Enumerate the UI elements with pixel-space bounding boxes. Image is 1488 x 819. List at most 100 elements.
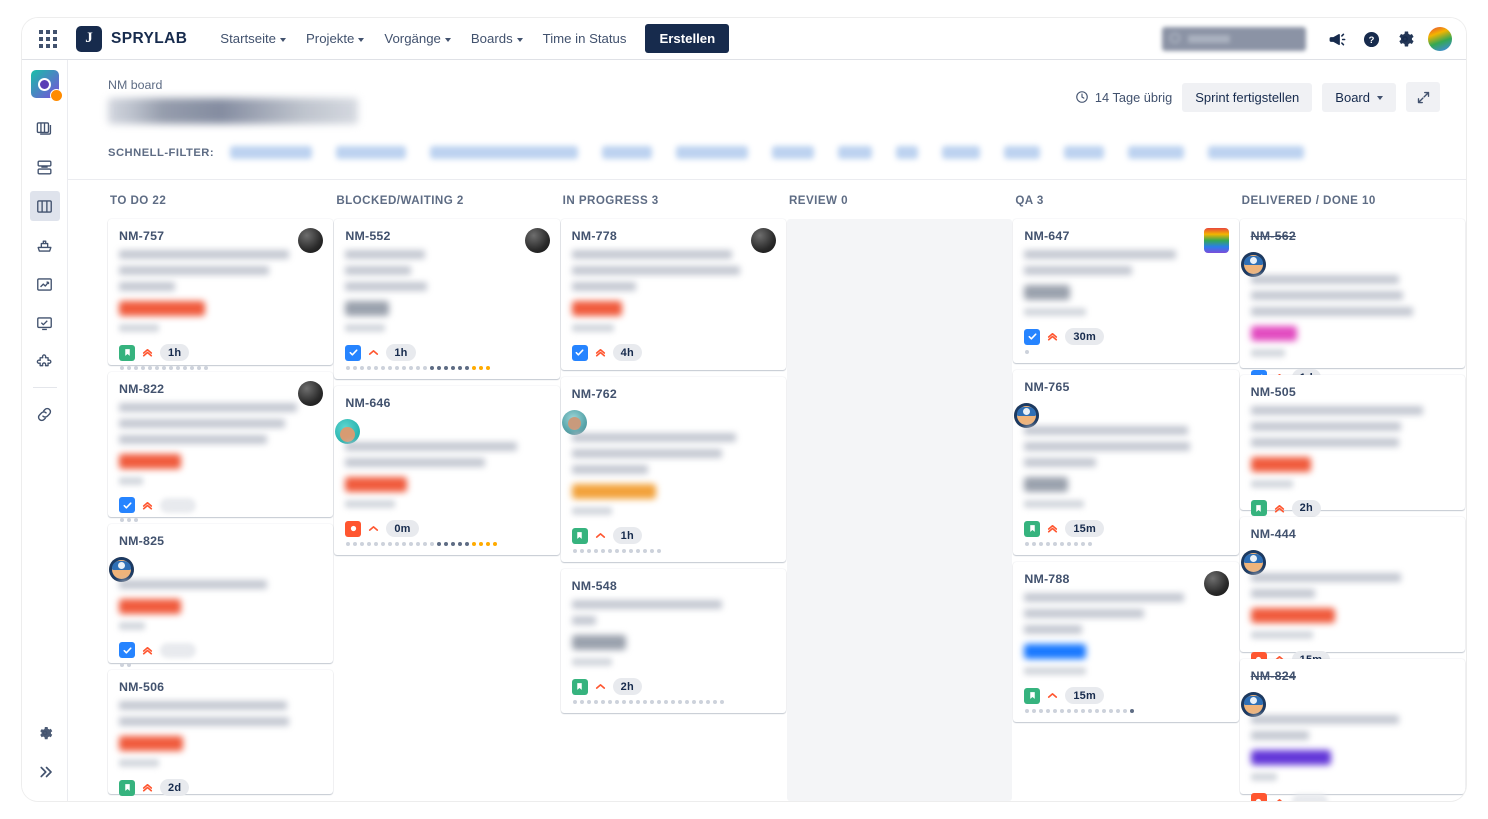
card-time-badge[interactable]: 2h [1291, 499, 1321, 517]
board-card[interactable]: NM-506 2d [108, 670, 334, 797]
column-card-list[interactable] [786, 219, 1013, 801]
board-card[interactable]: NM-778 4h [560, 219, 786, 370]
nav-item-vorgaenge[interactable]: Vorgänge [375, 25, 459, 52]
megaphone-icon[interactable] [1322, 24, 1352, 54]
sidebar-item-puzzle[interactable] [30, 347, 60, 377]
sidebar-item-backlog[interactable] [30, 113, 60, 143]
help-icon[interactable]: ? [1356, 24, 1386, 54]
story-type-icon[interactable] [119, 344, 135, 361]
card-issue-key[interactable]: NM-824 [1251, 669, 1454, 683]
sidebar-item-reports[interactable] [30, 269, 60, 299]
sidebar-item-releases[interactable] [30, 230, 60, 260]
create-button[interactable]: Erstellen [645, 24, 730, 53]
card-time-badge[interactable]: 1h [386, 344, 416, 361]
card-issue-key[interactable]: NM-765 [1024, 380, 1227, 394]
card-issue-key[interactable]: NM-778 [572, 229, 775, 243]
quick-filter-chip-11[interactable] [1128, 146, 1185, 159]
board-card[interactable]: NM-548 2h [560, 569, 786, 713]
card-assignee-avatar[interactable] [298, 228, 324, 253]
board-card[interactable]: NM-5621d [1239, 219, 1465, 386]
quick-filter-chip-7[interactable] [896, 146, 919, 159]
product-logo[interactable]: J SPRYLAB [76, 25, 187, 52]
sidebar-item-link[interactable] [30, 399, 60, 429]
card-assignee-avatar[interactable] [298, 381, 324, 407]
quick-filter-chip-1[interactable] [336, 146, 407, 159]
card-assignee-avatar[interactable] [1014, 403, 1040, 428]
board-card[interactable]: NM-762 1h [560, 377, 786, 562]
nav-item-time-in-status[interactable]: Time in Status [534, 25, 636, 52]
quick-filter-chip-4[interactable] [676, 146, 749, 159]
priority-icon[interactable] [1273, 795, 1286, 801]
card-issue-key[interactable]: NM-822 [119, 382, 322, 396]
sidebar-item-layers[interactable] [30, 152, 60, 182]
card-issue-key[interactable]: NM-647 [1024, 229, 1227, 243]
board-card[interactable]: NM-825 [108, 524, 334, 668]
complete-sprint-button[interactable]: Sprint fertigstellen [1182, 82, 1313, 112]
card-issue-key[interactable]: NM-825 [119, 534, 322, 548]
card-issue-key[interactable]: NM-762 [572, 387, 775, 401]
card-issue-key[interactable]: NM-552 [345, 229, 548, 243]
card-assignee-avatar[interactable] [524, 228, 550, 253]
quick-filter-chip-10[interactable] [1064, 146, 1105, 159]
quick-filter-chip-9[interactable] [1004, 146, 1041, 159]
search-input[interactable] [1162, 27, 1306, 51]
task-type-icon[interactable] [119, 497, 135, 514]
quick-filter-chip-6[interactable] [838, 146, 873, 159]
card-assignee-avatar[interactable] [561, 410, 587, 435]
card-time-badge[interactable] [160, 642, 196, 658]
story-type-icon[interactable] [1250, 500, 1267, 517]
user-avatar[interactable] [1428, 27, 1452, 51]
card-time-badge[interactable]: 2d [160, 779, 190, 797]
card-time-badge[interactable]: 4h [612, 344, 642, 361]
quick-filter-chip-12[interactable] [1208, 146, 1305, 159]
settings-icon[interactable] [1390, 24, 1420, 54]
card-issue-key[interactable]: NM-788 [1024, 572, 1227, 586]
board-card[interactable]: NM-822 [108, 372, 334, 523]
card-assignee-avatar[interactable] [1240, 692, 1266, 718]
priority-icon[interactable] [367, 522, 380, 535]
view-select-dropdown[interactable]: Board [1322, 82, 1396, 112]
quick-filter-chip-8[interactable] [942, 146, 981, 159]
story-type-icon[interactable] [571, 527, 588, 544]
task-type-icon[interactable] [1024, 328, 1041, 345]
board-card[interactable]: NM-788 15m [1013, 562, 1239, 722]
story-type-icon[interactable] [571, 678, 588, 695]
card-issue-key[interactable]: NM-505 [1251, 385, 1454, 399]
board-card[interactable]: NM-824 [1239, 659, 1465, 801]
nav-item-startseite[interactable]: Startseite [211, 25, 295, 52]
sidebar-item-monitor-check[interactable] [30, 308, 60, 338]
priority-icon[interactable] [594, 346, 607, 359]
card-assignee-avatar[interactable] [750, 228, 776, 253]
task-type-icon[interactable] [119, 642, 135, 659]
board-card[interactable]: NM-505 2h [1239, 374, 1465, 526]
card-assignee-avatar[interactable] [109, 557, 134, 583]
quick-filter-chip-3[interactable] [602, 146, 653, 159]
priority-icon[interactable] [141, 781, 154, 794]
board-card[interactable]: NM-44415m [1239, 517, 1465, 669]
card-issue-key[interactable]: NM-646 [345, 396, 548, 410]
priority-icon[interactable] [141, 644, 154, 657]
card-assignee-avatar[interactable] [1203, 228, 1229, 253]
card-time-badge[interactable]: 1h [612, 527, 642, 544]
priority-icon[interactable] [594, 529, 607, 542]
card-assignee-avatar[interactable] [1203, 571, 1229, 596]
nav-item-projekte[interactable]: Projekte [297, 25, 373, 52]
board-card[interactable]: NM-552 1h [334, 219, 560, 379]
column-card-list[interactable]: NM-5621dNM-505 2hNM-44415mNM-824 [1239, 219, 1465, 801]
column-card-list[interactable]: NM-552 1h NM-646 0m [334, 219, 560, 801]
priority-icon[interactable] [141, 346, 154, 359]
column-card-list[interactable]: NM-778 4h NM-762 1h NM-548 2h [560, 219, 786, 801]
priority-icon[interactable] [1046, 522, 1059, 535]
card-time-badge[interactable]: 1h [160, 344, 190, 361]
board-card[interactable]: NM-765 15m [1013, 370, 1239, 555]
card-time-badge[interactable]: 15m [1065, 687, 1104, 704]
priority-icon[interactable] [1046, 689, 1059, 702]
priority-icon[interactable] [594, 680, 607, 693]
card-issue-key[interactable]: NM-444 [1251, 527, 1454, 541]
quick-filter-chip-2[interactable] [430, 146, 579, 159]
card-time-badge[interactable] [160, 497, 196, 513]
card-time-badge[interactable]: 15m [1065, 520, 1104, 537]
bug-type-icon[interactable] [345, 520, 362, 537]
card-issue-key[interactable]: NM-562 [1251, 229, 1454, 243]
card-time-badge[interactable] [1291, 793, 1328, 801]
